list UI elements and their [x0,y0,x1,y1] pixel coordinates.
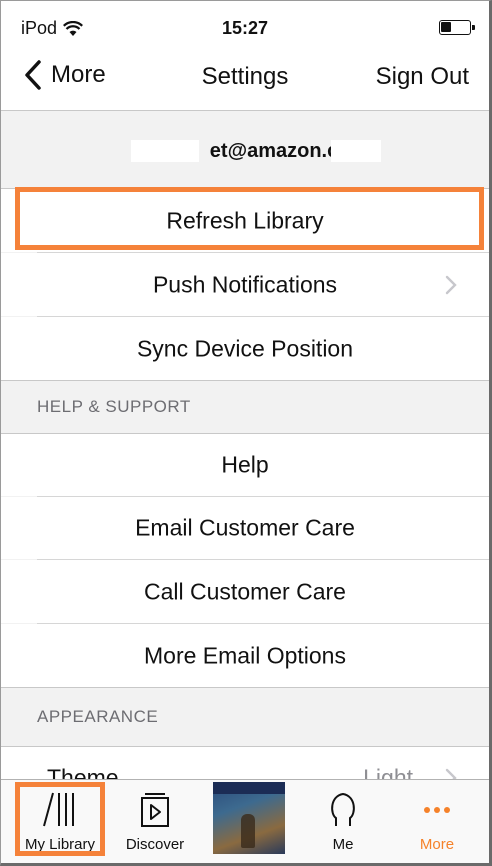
tab-my-library[interactable]: My Library [15,780,105,863]
row-label: Call Customer Care [144,578,346,604]
account-section: et@amazon.c [1,112,489,188]
tab-label: More [419,836,455,853]
app-screen: iPod 15:27 More Settings Sign Out et@ama… [0,0,492,866]
navigation-bar: More Settings Sign Out [1,41,489,111]
email-customer-care-row[interactable]: Email Customer Care [1,497,489,559]
me-icon [331,793,355,826]
row-label: Help [221,451,269,478]
tab-label: Discover [125,836,185,853]
chevron-right-icon [445,275,457,294]
discover-icon [141,793,169,827]
section-header-appearance: APPEARANCE [37,707,159,726]
more-icon [424,807,450,813]
cover-band [213,782,285,794]
redaction-mask [331,140,381,162]
account-email: et@amazon.c [209,140,339,162]
tab-bar: My Library Discover Me More [1,779,489,863]
chevron-left-icon [25,60,41,90]
row-label: Sync Device Position [136,335,354,361]
row-label: Refresh Library [166,207,324,233]
tab-label: My Library [24,836,95,853]
refresh-library-row[interactable]: Refresh Library [1,189,489,252]
section-header-help: HELP & SUPPORT [37,397,191,416]
row-label: More Email Options [144,642,346,668]
tab-me[interactable]: Me [299,780,387,863]
now-playing-cover[interactable] [213,782,285,854]
battery-icon [439,20,475,35]
tab-more[interactable]: More [393,780,481,863]
tab-label: Me [332,836,354,853]
cover-figure [241,814,255,848]
status-bar: iPod 15:27 [1,1,489,41]
call-customer-care-row[interactable]: Call Customer Care [1,560,489,623]
row-label: Email Customer Care [135,514,355,541]
push-notifications-row[interactable]: Push Notifications [1,253,489,316]
more-email-options-row[interactable]: More Email Options [1,624,489,687]
sync-device-position-row[interactable]: Sync Device Position [1,317,489,380]
sign-out-button[interactable]: Sign Out [376,63,469,91]
back-label: More [51,61,106,88]
back-button[interactable]: More [23,59,106,91]
row-label: Push Notifications [152,271,338,297]
status-time: 15:27 [221,18,269,38]
tab-discover[interactable]: Discover [111,780,199,863]
library-icon [43,792,74,827]
help-row[interactable]: Help [1,434,489,496]
